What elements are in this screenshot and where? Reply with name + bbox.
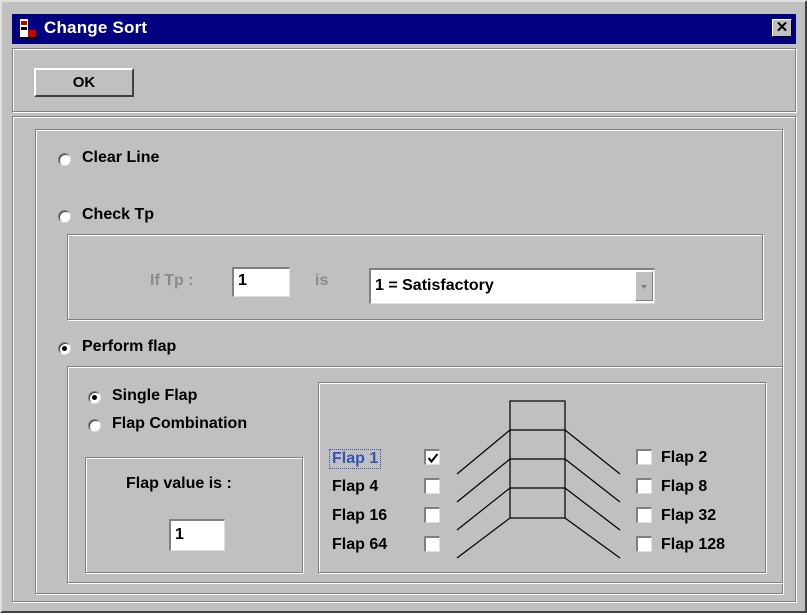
flap-32-label: Flap 32 [661,507,717,524]
is-label: is [315,272,329,289]
tp-value-field[interactable]: 1 [232,267,290,297]
flap-value-field[interactable]: 1 [169,519,225,551]
change-sort-dialog: Change Sort ✕ OK Clear Line Check Tp If … [0,0,807,613]
flap-128-label: Flap 128 [661,536,726,553]
flap-32-checkbox[interactable] [636,507,652,523]
flap-2-label: Flap 2 [661,449,708,466]
close-icon: ✕ [775,19,789,36]
ok-button[interactable]: OK [34,68,134,97]
close-button[interactable]: ✕ [772,19,792,37]
single-flap-radio[interactable] [88,391,101,404]
dropdown-button[interactable] [635,271,653,301]
if-tp-label: If Tp : [150,272,194,289]
perform-flap-radio[interactable] [58,342,71,355]
check-tp-radio[interactable] [58,210,71,223]
title-bar[interactable]: Change Sort ✕ [12,14,796,44]
clear-line-label: Clear Line [82,149,160,166]
flap-8-checkbox[interactable] [636,478,652,494]
clear-line-radio[interactable] [58,153,71,166]
chevron-down-icon [641,285,647,289]
flap-2-checkbox[interactable] [636,449,652,465]
flap-combination-radio[interactable] [88,419,101,432]
flap-16-checkbox[interactable] [424,507,440,523]
flap-8-label: Flap 8 [661,478,708,495]
flap-value-label: Flap value is : [126,475,232,492]
perform-flap-label: Perform flap [82,338,177,355]
flap-4-label: Flap 4 [332,478,379,495]
check-tp-label: Check Tp [82,206,155,223]
flap-1-label: Flap 1 [329,449,382,469]
flap-combination-label: Flap Combination [112,415,248,432]
app-icon [19,19,37,39]
tp-result-select[interactable]: 1 = Satisfactory [369,268,655,304]
flap-4-checkbox[interactable] [424,478,440,494]
flap-64-checkbox[interactable] [424,536,440,552]
flap-128-checkbox[interactable] [636,536,652,552]
flap-1-checkbox[interactable] [424,449,440,465]
checkmark-icon [427,453,439,464]
flap-64-label: Flap 64 [332,536,388,553]
tp-result-value: 1 = Satisfactory [375,277,494,294]
single-flap-label: Single Flap [112,387,198,404]
flap-16-label: Flap 16 [332,507,388,524]
window-title: Change Sort [44,18,148,37]
